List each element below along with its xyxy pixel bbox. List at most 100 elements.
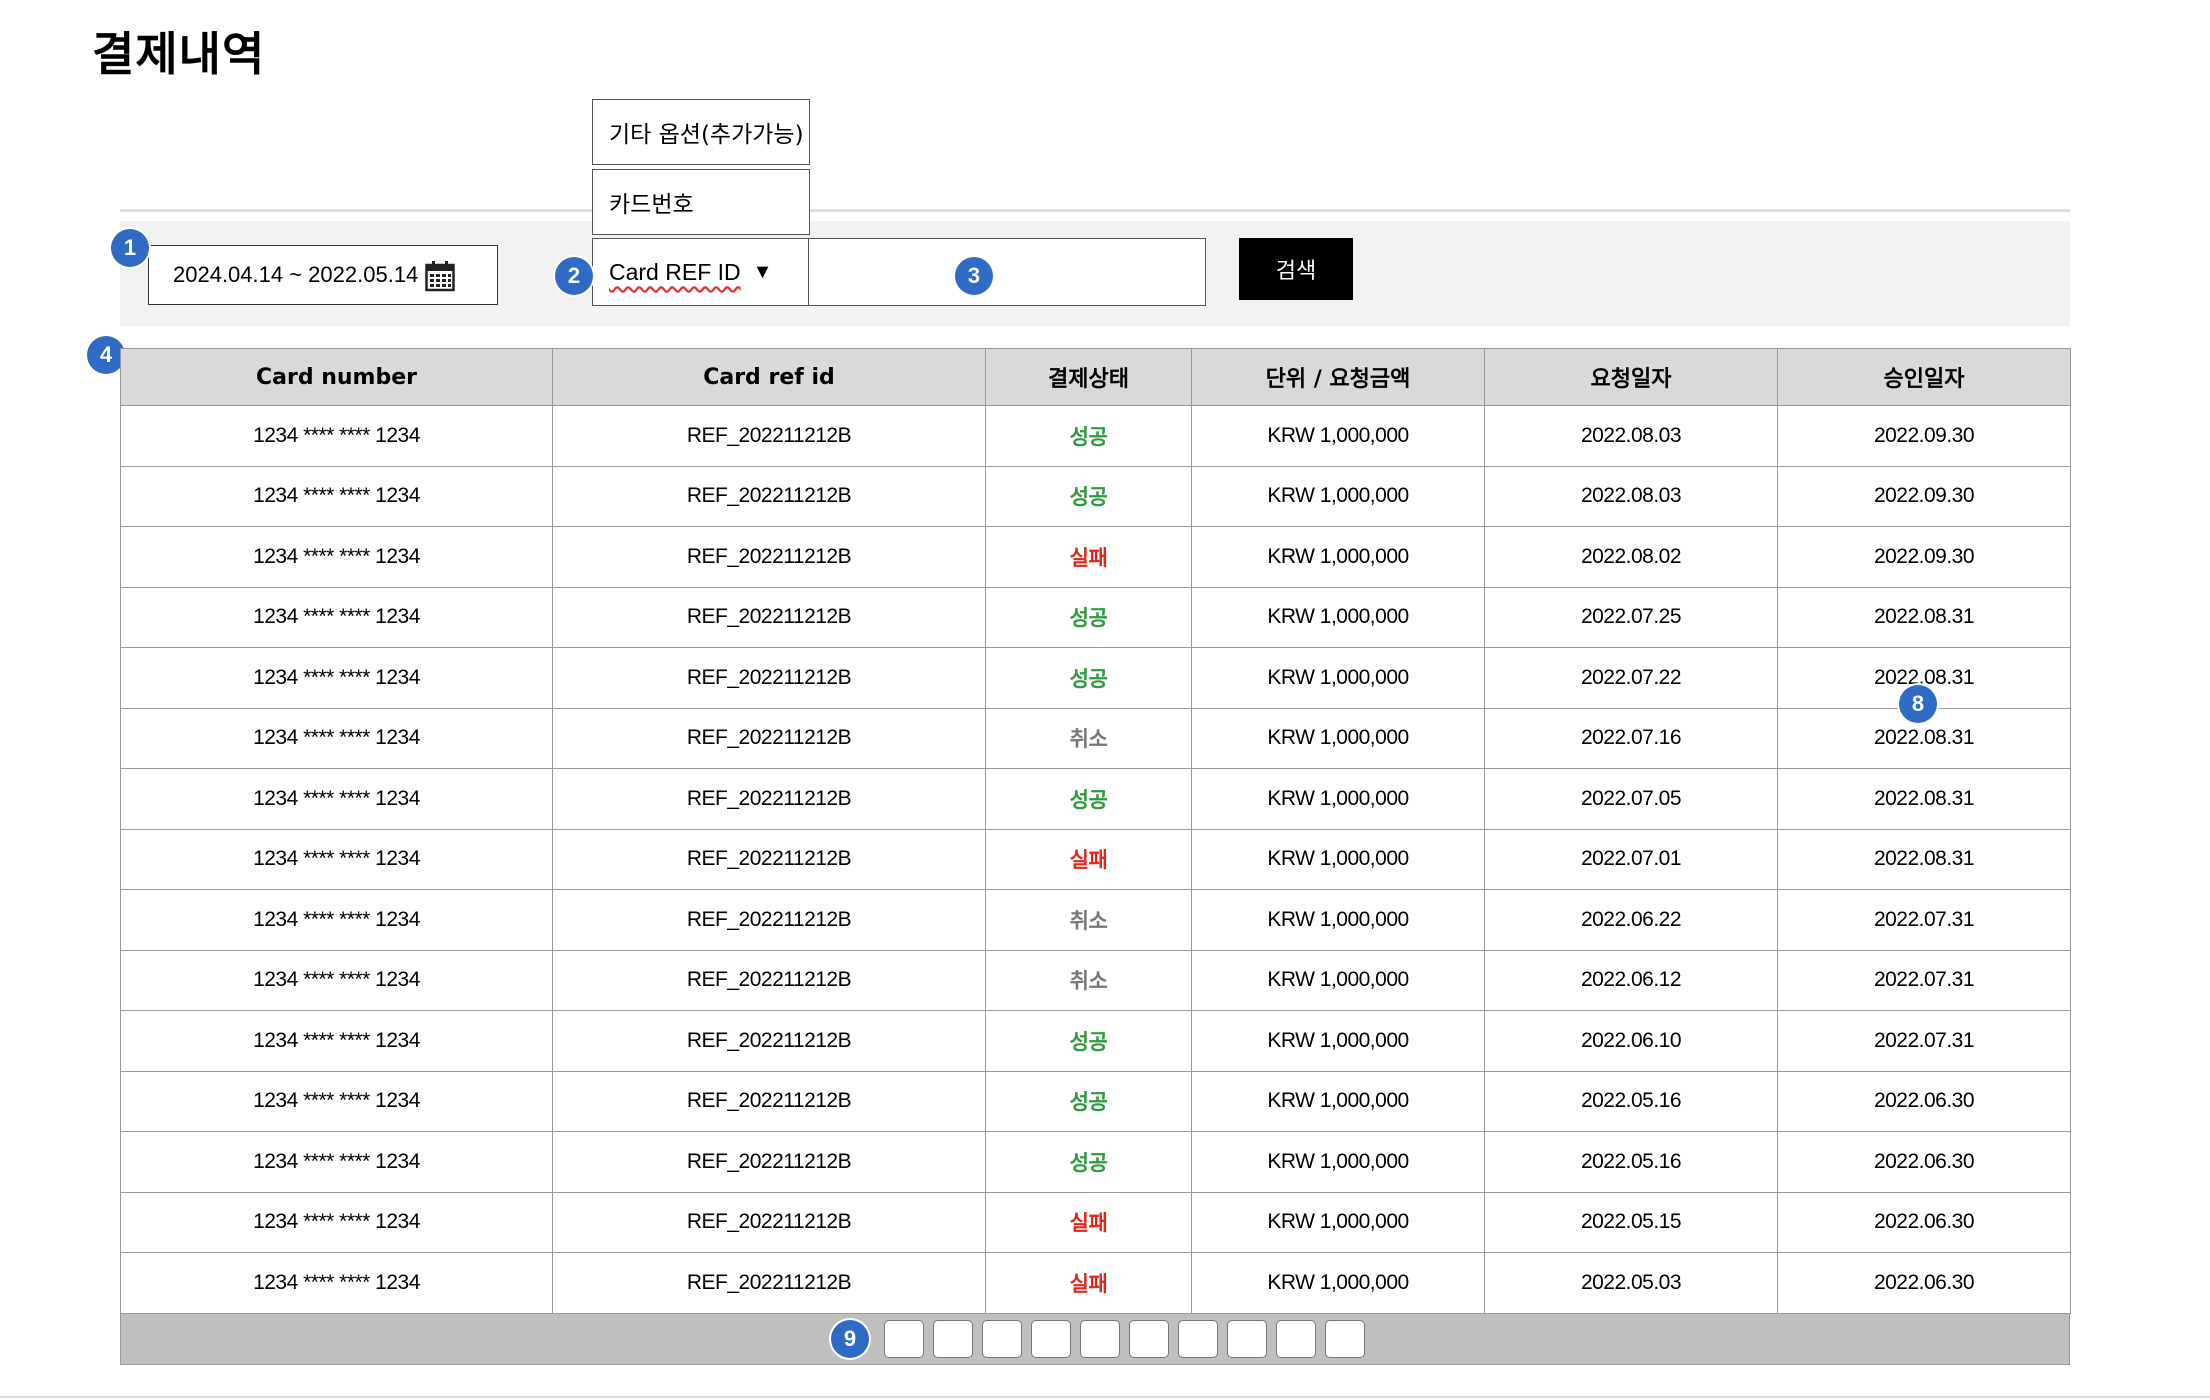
cell-amount: KRW 1,000,000 [1191,1010,1485,1072]
divider [120,209,2070,212]
cell-card-ref-id: REF_202211212B [552,828,986,890]
page-button[interactable] [982,1319,1022,1358]
dropdown-option-card-number[interactable]: 카드번호 [592,169,810,235]
search-type-dropdown-menu: 기타 옵션(추가가능) 카드번호 [592,99,810,239]
cell-approval-date: 2022.07.31 [1777,889,2071,951]
cell-status: 성공 [985,1070,1192,1132]
cell-card-number: 1234 **** **** 1234 [120,1252,553,1314]
table-header-row: Card number Card ref id 결제상태 단위 / 요청금액 요… [120,348,2071,406]
cell-card-number: 1234 **** **** 1234 [120,1131,553,1193]
table-row[interactable]: 1234 **** **** 1234 REF_202211212B 성공 KRW 1… [120,1131,2071,1193]
cell-card-ref-id: REF_202211212B [552,1070,986,1132]
search-type-select[interactable]: Card REF ID ▼ [592,238,810,306]
cell-status: 취소 [985,707,1192,769]
pagination: 9 [120,1313,2070,1365]
cell-approval-date: 2022.08.31 [1777,768,2071,830]
cell-request-date: 2022.06.10 [1484,1010,1778,1072]
table-row[interactable]: 1234 **** **** 1234 REF_202211212B 취소 KRW 1… [120,889,2071,951]
dropdown-option-other[interactable]: 기타 옵션(추가가능) [592,99,810,165]
page-button[interactable] [1227,1319,1267,1358]
cell-amount: KRW 1,000,000 [1191,707,1485,769]
cell-approval-date: 2022.06.30 [1777,1131,2071,1193]
table-row[interactable]: 1234 **** **** 1234 REF_202211212B 실패 KRW 1… [120,828,2071,890]
cell-card-ref-id: REF_202211212B [552,586,986,648]
page-button[interactable] [1129,1319,1169,1358]
page-button[interactable] [1080,1319,1120,1358]
page-button[interactable] [1276,1319,1316,1358]
cell-status: 성공 [985,647,1192,709]
table-row[interactable]: 1234 **** **** 1234 REF_202211212B 취소 KRW 1… [120,949,2071,1011]
table-row[interactable]: 1234 **** **** 1234 REF_202211212B 성공 KRW 1… [120,405,2071,467]
cell-card-ref-id: REF_202211212B [552,405,986,467]
cell-card-number: 1234 **** **** 1234 [120,1070,553,1132]
cell-card-ref-id: REF_202211212B [552,1131,986,1193]
search-type-selected: Card REF ID [609,258,741,285]
cell-amount: KRW 1,000,000 [1191,828,1485,890]
cell-approval-date: 2022.08.31 [1777,586,2071,648]
cell-request-date: 2022.05.15 [1484,1191,1778,1253]
page-button[interactable] [1178,1319,1218,1358]
cell-card-ref-id: REF_202211212B [552,1010,986,1072]
cell-approval-date: 2022.09.30 [1777,465,2071,527]
cell-card-ref-id: REF_202211212B [552,465,986,527]
table-row[interactable]: 1234 **** **** 1234 REF_202211212B 취소 KRW 1… [120,707,2071,769]
cell-request-date: 2022.07.01 [1484,828,1778,890]
table-row[interactable]: 1234 **** **** 1234 REF_202211212B 성공 KRW 1… [120,647,2071,709]
cell-card-number: 1234 **** **** 1234 [120,1191,553,1253]
cell-amount: KRW 1,000,000 [1191,1191,1485,1253]
cell-status: 성공 [985,1010,1192,1072]
page-button[interactable] [1325,1319,1365,1358]
cell-status: 실패 [985,1191,1192,1253]
cell-card-number: 1234 **** **** 1234 [120,465,553,527]
cell-status: 성공 [985,465,1192,527]
cell-amount: KRW 1,000,000 [1191,647,1485,709]
cell-request-date: 2022.06.22 [1484,889,1778,951]
cell-amount: KRW 1,000,000 [1191,949,1485,1011]
cell-card-number: 1234 **** **** 1234 [120,405,553,467]
cell-request-date: 2022.08.02 [1484,526,1778,588]
column-header-status[interactable]: 결제상태 [985,348,1192,406]
table-row[interactable]: 1234 **** **** 1234 REF_202211212B 성공 KRW 1… [120,586,2071,648]
page-button[interactable] [884,1319,924,1358]
column-header-card-number[interactable]: Card number [120,348,553,406]
column-header-request-date[interactable]: 요청일자 [1484,348,1778,406]
table-row[interactable]: 1234 **** **** 1234 REF_202211212B 성공 KRW 1… [120,465,2071,527]
table-row[interactable]: 1234 **** **** 1234 REF_202211212B 성공 KRW 1… [120,1010,2071,1072]
date-range-picker[interactable]: 2024.04.14 ~ 2022.05.14 [148,245,498,305]
annotation-marker-8: 8 [1899,685,1937,723]
cell-amount: KRW 1,000,000 [1191,586,1485,648]
cell-request-date: 2022.08.03 [1484,465,1778,527]
cell-card-number: 1234 **** **** 1234 [120,949,553,1011]
cell-status: 성공 [985,586,1192,648]
table-row[interactable]: 1234 **** **** 1234 REF_202211212B 성공 KRW 1… [120,768,2071,830]
search-button[interactable]: 검색 [1239,238,1353,300]
cell-card-number: 1234 **** **** 1234 [120,768,553,830]
cell-request-date: 2022.08.03 [1484,405,1778,467]
search-input[interactable] [808,238,1206,306]
table-row[interactable]: 1234 **** **** 1234 REF_202211212B 실패 KRW 1… [120,526,2071,588]
table-row[interactable]: 1234 **** **** 1234 REF_202211212B 실패 KRW 1… [120,1191,2071,1253]
cell-card-ref-id: REF_202211212B [552,768,986,830]
table-row[interactable]: 1234 **** **** 1234 REF_202211212B 성공 KRW 1… [120,1070,2071,1132]
cell-request-date: 2022.07.05 [1484,768,1778,830]
column-header-amount[interactable]: 단위 / 요청금액 [1191,348,1485,406]
bottom-divider [0,1396,2210,1398]
calendar-icon[interactable] [425,260,455,292]
table-row[interactable]: 1234 **** **** 1234 REF_202211212B 실패 KRW 1… [120,1252,2071,1314]
annotation-marker-9: 9 [831,1319,869,1358]
cell-card-ref-id: REF_202211212B [552,526,986,588]
date-range-value: 2024.04.14 ~ 2022.05.14 [173,262,419,287]
cell-approval-date: 2022.09.30 [1777,526,2071,588]
column-header-approval-date[interactable]: 승인일자 [1777,348,2071,406]
cell-request-date: 2022.06.12 [1484,949,1778,1011]
page-button[interactable] [933,1319,973,1358]
cell-approval-date: 2022.07.31 [1777,949,2071,1011]
cell-request-date: 2022.07.22 [1484,647,1778,709]
cell-status: 취소 [985,889,1192,951]
column-header-card-ref-id[interactable]: Card ref id [552,348,986,406]
cell-card-ref-id: REF_202211212B [552,647,986,709]
page-button[interactable] [1031,1319,1071,1358]
cell-status: 실패 [985,828,1192,890]
cell-card-number: 1234 **** **** 1234 [120,647,553,709]
cell-request-date: 2022.07.25 [1484,586,1778,648]
